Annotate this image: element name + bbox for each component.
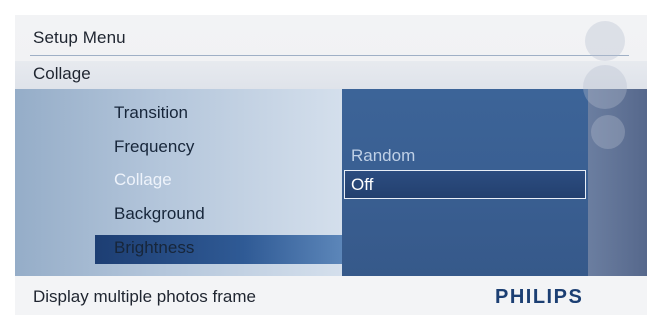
page-title: Setup Menu: [33, 28, 126, 47]
menu-item-transition[interactable]: Transition: [114, 103, 188, 123]
menu-item-brightness[interactable]: Brightness: [114, 238, 194, 258]
footer: Display multiple photos frame PHILIPS: [15, 276, 647, 315]
option-off[interactable]: Off: [351, 175, 373, 195]
options-panel: Random Off: [342, 89, 588, 276]
brand-logo: PHILIPS: [495, 286, 584, 308]
back-icon[interactable]: [591, 115, 625, 149]
footer-hint: Display multiple photos frame: [33, 287, 256, 306]
header-divider: [30, 55, 629, 56]
photo-frame-display: Setup Menu Collage Transition Frequency …: [0, 0, 661, 326]
option-selection-box: [344, 170, 586, 199]
breadcrumb-bar: [15, 61, 647, 89]
menu-item-background[interactable]: Background: [114, 204, 205, 224]
option-random[interactable]: Random: [351, 146, 415, 166]
dpad-icon[interactable]: [583, 65, 627, 109]
screen: Setup Menu Collage Transition Frequency …: [15, 15, 647, 315]
grid-icon[interactable]: [585, 21, 625, 61]
breadcrumb: Collage: [33, 64, 91, 83]
menu-panel: Transition Frequency Collage Background …: [15, 89, 342, 276]
menu-item-frequency[interactable]: Frequency: [114, 137, 194, 157]
menu-item-collage[interactable]: Collage: [114, 170, 172, 190]
